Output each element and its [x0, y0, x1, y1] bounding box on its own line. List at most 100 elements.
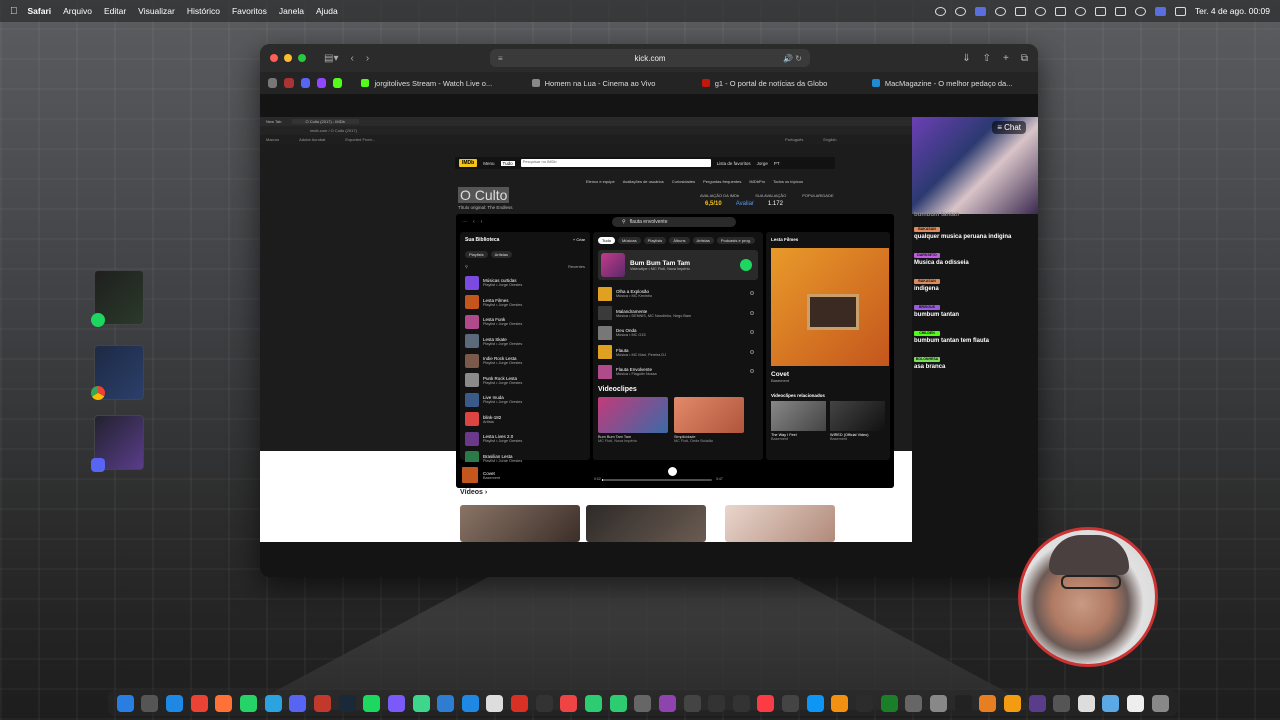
- menu-clock[interactable]: Ter. 4 de ago. 00:09: [1195, 6, 1270, 16]
- library-title: Sua Biblioteca: [465, 237, 500, 243]
- zoom-window-icon[interactable]: [298, 54, 306, 62]
- wifi-icon[interactable]: [1074, 6, 1086, 16]
- chat-username[interactable]: BRISOUS: [914, 305, 940, 310]
- dock-app-icon[interactable]: [634, 694, 652, 712]
- dock-app-icon[interactable]: [880, 694, 898, 712]
- favorite-icon[interactable]: [300, 78, 310, 88]
- dock-app-icon[interactable]: [979, 694, 997, 712]
- dock-app-icon[interactable]: [732, 694, 750, 712]
- control-center-icon[interactable]: [1154, 6, 1166, 16]
- dock-app-icon[interactable]: [313, 694, 331, 712]
- menu-item-historico[interactable]: Histórico: [187, 6, 220, 16]
- dock-app-icon[interactable]: [708, 694, 726, 712]
- audio-icon[interactable]: 🔊 ↻: [783, 54, 802, 63]
- dock-app-icon[interactable]: [856, 694, 874, 712]
- tab-overview-icon[interactable]: ⧉: [1021, 53, 1028, 64]
- vpn-icon[interactable]: [1034, 6, 1046, 16]
- dock-app-icon[interactable]: [412, 694, 430, 712]
- chat-username[interactable]: BOLONHESA: [914, 357, 940, 362]
- battery-icon[interactable]: [1054, 6, 1066, 16]
- dock-app-icon[interactable]: [215, 694, 233, 712]
- stream-video[interactable]: New Tab O Culto (2017) - IMDb imdb.com /…: [260, 117, 912, 542]
- dock-app-icon[interactable]: [1151, 694, 1169, 712]
- dock-app-icon[interactable]: [929, 694, 947, 712]
- text-icon[interactable]: [1114, 6, 1126, 16]
- dock-app-icon[interactable]: [240, 694, 258, 712]
- download-icon[interactable]: ⇓: [962, 53, 970, 64]
- dock-app-icon[interactable]: [757, 694, 775, 712]
- sidebar-icon[interactable]: ▤▾: [324, 53, 338, 64]
- stage-window-discord[interactable]: [91, 415, 144, 472]
- address-bar[interactable]: ≡ kick.com 🔊 ↻: [490, 49, 810, 67]
- dock-app-icon[interactable]: [511, 694, 529, 712]
- chat-username[interactable]: BAKASAN: [914, 227, 940, 232]
- tab-kick[interactable]: jorgitolives Stream - Watch Live o...: [361, 79, 519, 88]
- dock-app-icon[interactable]: [1053, 694, 1071, 712]
- focus-icon[interactable]: [994, 6, 1006, 16]
- notification-icon[interactable]: [1174, 6, 1186, 16]
- dock-app-icon[interactable]: [905, 694, 923, 712]
- record-icon[interactable]: [954, 6, 966, 16]
- menu-item-janela[interactable]: Janela: [279, 6, 304, 16]
- close-window-icon[interactable]: [270, 54, 278, 62]
- dock-app-icon[interactable]: [387, 694, 405, 712]
- dock-app-icon[interactable]: [658, 694, 676, 712]
- kick-icon[interactable]: [333, 78, 343, 88]
- dock-app-icon[interactable]: [609, 694, 627, 712]
- dock-app-icon[interactable]: [289, 694, 307, 712]
- menu-item-ajuda[interactable]: Ajuda: [316, 6, 338, 16]
- tab-g1[interactable]: g1 - O portal de notícias da Globo: [701, 79, 860, 88]
- dock-app-icon[interactable]: [1028, 694, 1046, 712]
- tab-cinema[interactable]: Homem na Lua - Cinema ao Vivo: [531, 79, 690, 88]
- dock-app-icon[interactable]: [116, 694, 134, 712]
- dock-app-icon[interactable]: [437, 694, 455, 712]
- menu-item-visualizar[interactable]: Visualizar: [138, 6, 175, 16]
- search-icon[interactable]: [1094, 6, 1106, 16]
- menu-item-editar[interactable]: Editar: [104, 6, 126, 16]
- dock-app-icon[interactable]: [461, 694, 479, 712]
- page-menu-icon[interactable]: ≡: [498, 54, 503, 63]
- control-icon[interactable]: [1014, 6, 1026, 16]
- back-icon[interactable]: ‹: [350, 53, 353, 64]
- favorite-icon[interactable]: [316, 78, 327, 88]
- app-menu[interactable]: Safari: [28, 6, 52, 16]
- apple-menu-icon[interactable]: : [10, 6, 18, 17]
- share-icon[interactable]: ⇧: [983, 53, 991, 64]
- chat-toggle-button[interactable]: ≡ Chat: [992, 121, 1026, 134]
- dock-app-icon[interactable]: [363, 694, 381, 712]
- dock-app-icon[interactable]: [954, 694, 972, 712]
- chat-username[interactable]: BAKASAN: [914, 279, 940, 284]
- tab-macmagazine[interactable]: MacMagazine - O melhor pedaço da...: [871, 79, 1030, 88]
- siri-icon[interactable]: [1134, 6, 1146, 16]
- dock-app-icon[interactable]: [1127, 694, 1145, 712]
- dock-app-icon[interactable]: [806, 694, 824, 712]
- dock-app-icon[interactable]: [584, 694, 602, 712]
- dock-app-icon[interactable]: [486, 694, 504, 712]
- dock-app-icon[interactable]: [1003, 694, 1021, 712]
- dock-app-icon[interactable]: [831, 694, 849, 712]
- chat-username[interactable]: DARKSETO: [914, 253, 940, 258]
- dock-app-icon[interactable]: [560, 694, 578, 712]
- favorite-icon[interactable]: [284, 78, 294, 88]
- dock-app-icon[interactable]: [264, 694, 282, 712]
- dock-app-icon[interactable]: [166, 694, 184, 712]
- new-tab-icon[interactable]: +: [1003, 53, 1009, 64]
- stage-window-chrome[interactable]: [91, 345, 144, 400]
- dock-app-icon[interactable]: [1077, 694, 1095, 712]
- stage-window-spotify[interactable]: [91, 270, 144, 327]
- chat-username[interactable]: CHILDEN: [914, 331, 940, 336]
- menu-item-favoritos[interactable]: Favoritos: [232, 6, 267, 16]
- forward-icon[interactable]: ›: [366, 53, 369, 64]
- dock-app-icon[interactable]: [535, 694, 553, 712]
- dock-app-icon[interactable]: [190, 694, 208, 712]
- screen-share-icon[interactable]: [974, 6, 986, 16]
- minimize-window-icon[interactable]: [284, 54, 292, 62]
- dock-app-icon[interactable]: [141, 694, 159, 712]
- dock-app-icon[interactable]: [1102, 694, 1120, 712]
- dock-app-icon[interactable]: [782, 694, 800, 712]
- status-icon[interactable]: [934, 6, 946, 16]
- dock-app-icon[interactable]: [683, 694, 701, 712]
- dock-app-icon[interactable]: [338, 694, 356, 712]
- favorite-icon[interactable]: [268, 78, 278, 88]
- menu-item-arquivo[interactable]: Arquivo: [63, 6, 92, 16]
